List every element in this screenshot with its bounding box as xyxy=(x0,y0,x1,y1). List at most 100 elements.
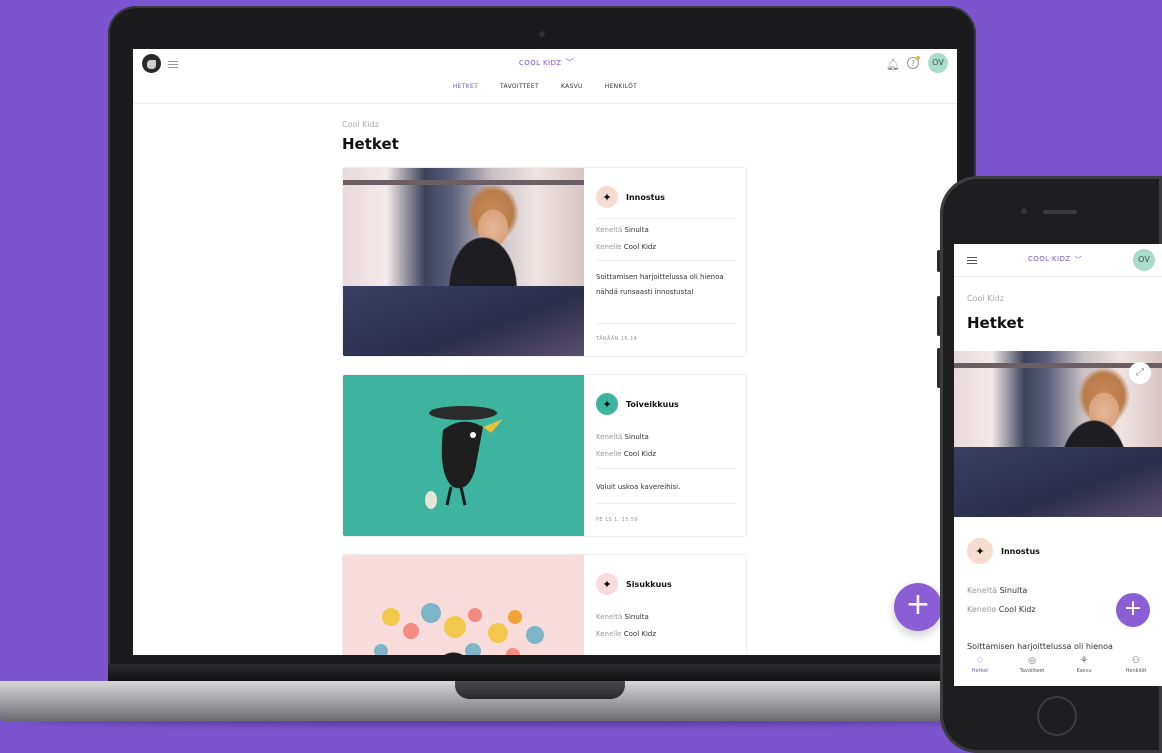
gem-icon: ♢ xyxy=(975,656,985,666)
moment-details: ✦ Innostus Keneltä Sinulta Kenelle Cool … xyxy=(596,168,736,356)
page-title: Hetket xyxy=(967,314,1024,332)
user-avatar[interactable]: OV xyxy=(1133,249,1155,271)
crow-icon: ✦ xyxy=(596,573,618,595)
value-name: Sisukkuus xyxy=(626,579,672,589)
page-title: Hetket xyxy=(342,135,399,153)
from-value: Sinulta xyxy=(624,433,649,441)
to-row: Kenelle Cool Kidz xyxy=(596,450,656,458)
expand-icon[interactable]: ⤢ xyxy=(1129,362,1151,384)
from-row: Keneltä Sinulta xyxy=(967,586,1027,595)
chevron-down-icon: ﹀ xyxy=(565,58,574,67)
moment-illustration[interactable] xyxy=(343,555,584,655)
chevron-down-icon: ﹀ xyxy=(1074,256,1082,264)
phone-speaker xyxy=(1043,210,1077,214)
to-label: Kenelle xyxy=(596,243,622,251)
nav-label: Kasvu xyxy=(1076,668,1092,674)
to-label: Kenelle xyxy=(596,630,622,638)
group-name: COOL KIDZ xyxy=(1028,255,1071,263)
bottom-nav: ♢ Hetket ◎ Tavoitteet ⚘ Kasvu ⚇ Henkilöt xyxy=(954,656,1162,686)
from-label: Keneltä xyxy=(596,433,623,441)
from-label: Keneltä xyxy=(596,226,623,234)
menu-icon[interactable] xyxy=(967,257,977,264)
divider xyxy=(954,276,1162,277)
to-row: Kenelle Cool Kidz xyxy=(596,630,656,638)
moment-note: Soittamisen harjoittelussa oli hienoa xyxy=(967,642,1113,651)
phone-camera xyxy=(1021,208,1027,214)
target-icon: ◎ xyxy=(1028,656,1036,666)
divider xyxy=(596,218,736,219)
mobile-app: COOL KIDZ ﹀ OV Cool Kidz Hetket ⤢ ✦ Inno… xyxy=(954,244,1162,686)
to-value: Cool Kidz xyxy=(998,605,1036,614)
top-bar: COOL KIDZ ﹀ 🔔︎ ? OV xyxy=(133,49,957,79)
user-avatar[interactable]: OV xyxy=(928,53,948,73)
to-row: Kenelle Cool Kidz xyxy=(596,243,656,251)
group-avatar[interactable] xyxy=(142,54,161,73)
group-selector[interactable]: COOL KIDZ ﹀ xyxy=(1028,255,1082,265)
laptop-notch xyxy=(455,681,625,699)
from-row: Keneltä Sinulta xyxy=(596,613,649,621)
tab-tavoitteet[interactable]: TAVOITTEET xyxy=(500,83,539,95)
photo-detail xyxy=(343,180,584,185)
photo-detail xyxy=(954,447,1162,517)
main-tabs: HETKET TAVOITTEET KASVU HENKILÖT xyxy=(133,83,957,95)
menu-icon[interactable] xyxy=(168,61,178,68)
to-label: Kenelle xyxy=(967,605,997,614)
group-name: COOL KIDZ xyxy=(519,58,562,67)
laptop-camera xyxy=(539,31,545,37)
nav-label: Henkilöt xyxy=(1125,668,1147,674)
crow-icon: ✦ xyxy=(967,538,993,564)
tab-henkilot[interactable]: HENKILÖT xyxy=(605,83,637,95)
help-icon[interactable]: ? xyxy=(907,56,920,69)
moment-card[interactable]: ✦ Innostus Keneltä Sinulta Kenelle Cool … xyxy=(342,167,747,357)
breadcrumb[interactable]: Cool Kidz xyxy=(342,120,379,129)
add-moment-button[interactable]: + xyxy=(1116,593,1150,627)
phone-home-button[interactable] xyxy=(1037,696,1077,736)
value-name: Toiveikkuus xyxy=(626,399,679,409)
tab-kasvu[interactable]: KASVU xyxy=(561,83,583,95)
divider xyxy=(596,503,736,504)
nav-item-tavoitteet[interactable]: ◎ Tavoitteet xyxy=(1008,656,1056,686)
nav-label: Tavoitteet xyxy=(1019,668,1045,674)
from-row: Keneltä Sinulta xyxy=(596,433,649,441)
to-row: Kenelle Cool Kidz xyxy=(967,605,1036,614)
value-header: ✦ Toiveikkuus xyxy=(596,393,679,415)
value-header: ✦ Sisukkuus xyxy=(596,573,672,595)
to-value: Cool Kidz xyxy=(623,243,657,251)
moment-card[interactable]: ✦ Toiveikkuus Keneltä Sinulta Kenelle Co… xyxy=(342,374,747,537)
tab-hetket[interactable]: HETKET xyxy=(453,83,478,95)
nav-label: Hetket xyxy=(971,668,989,674)
value-header: ✦ Innostus xyxy=(967,538,1040,564)
timestamp: TÄNÄÄN 16.14 xyxy=(596,336,638,342)
balloons-illustration-icon xyxy=(374,603,544,655)
crow-icon: ✦ xyxy=(596,393,618,415)
growth-icon: ⚘ xyxy=(1079,656,1089,666)
crow-illustration-icon xyxy=(425,406,503,509)
nav-item-hetket[interactable]: ♢ Hetket xyxy=(956,656,1004,686)
from-value: Sinulta xyxy=(624,613,649,621)
moment-card[interactable]: ✦ Sisukkuus Keneltä Sinulta Kenelle Cool… xyxy=(342,554,747,655)
nav-item-kasvu[interactable]: ⚘ Kasvu xyxy=(1060,656,1108,686)
timestamp: PE 15.1. 15.59 xyxy=(596,517,638,523)
crow-icon: ✦ xyxy=(596,186,618,208)
to-label: Kenelle xyxy=(596,450,622,458)
value-header: ✦ Innostus xyxy=(596,186,665,208)
divider xyxy=(596,323,736,324)
divider xyxy=(596,260,736,261)
bell-icon[interactable]: 🔔︎ xyxy=(886,58,900,71)
moment-details: ✦ Toiveikkuus Keneltä Sinulta Kenelle Co… xyxy=(596,375,736,536)
to-value: Cool Kidz xyxy=(623,630,657,638)
moment-note: Voluit uskoa kavereihisi. xyxy=(596,483,681,491)
moment-details: ✦ Sisukkuus Keneltä Sinulta Kenelle Cool… xyxy=(596,555,736,655)
photo-detail xyxy=(343,286,584,356)
nav-item-henkilot[interactable]: ⚇ Henkilöt xyxy=(1112,656,1160,686)
divider xyxy=(133,103,957,104)
group-selector[interactable]: COOL KIDZ ﹀ xyxy=(519,57,574,68)
breadcrumb[interactable]: Cool Kidz xyxy=(967,294,1004,303)
moment-note: Soittamisen harjoittelussa oli hienoa nä… xyxy=(596,273,724,296)
moment-illustration[interactable] xyxy=(343,375,584,536)
divider xyxy=(596,468,736,469)
people-icon: ⚇ xyxy=(1131,656,1141,666)
add-moment-button[interactable]: + xyxy=(894,583,942,631)
from-value: Sinulta xyxy=(624,226,649,234)
moment-photo[interactable] xyxy=(343,168,584,356)
